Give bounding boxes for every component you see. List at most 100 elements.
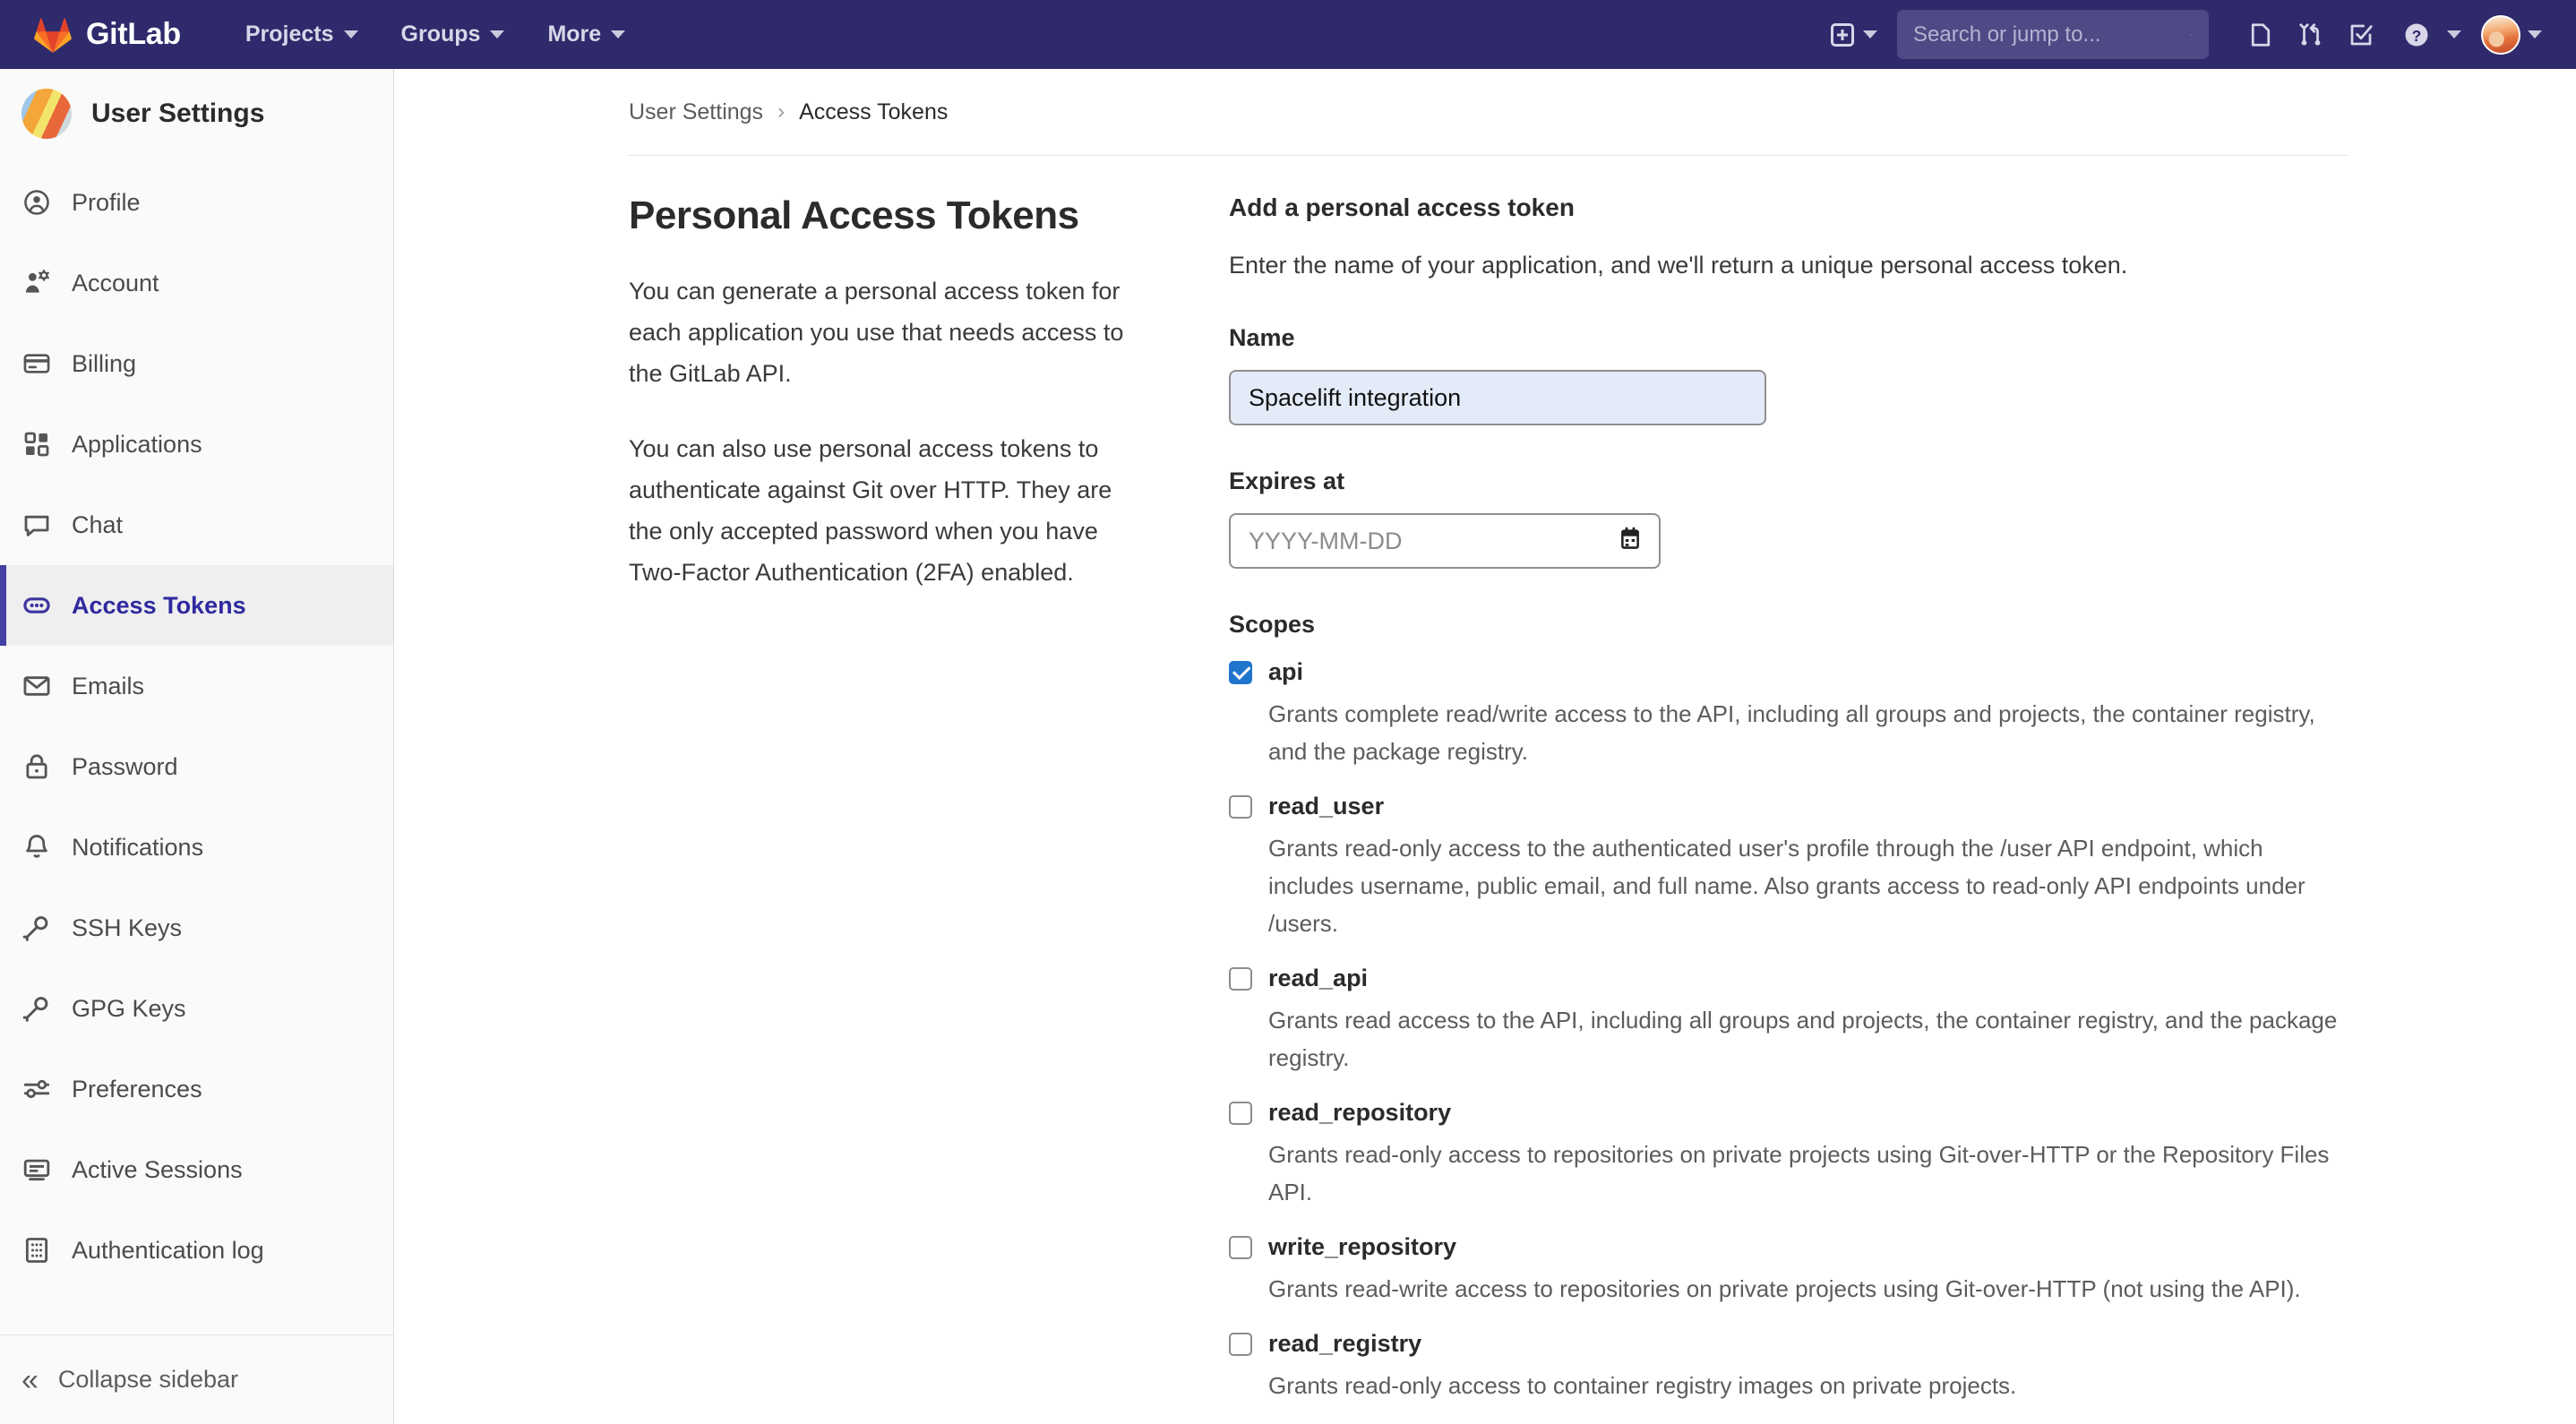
- name-field-label: Name: [1229, 324, 2348, 352]
- scope-api: api Grants complete read/write access to…: [1229, 658, 2348, 770]
- scope-checkbox-read-api[interactable]: [1229, 967, 1252, 991]
- issues-button[interactable]: [2236, 0, 2286, 69]
- scope-description: Grants read-only access to the authentic…: [1268, 829, 2348, 942]
- merge-requests-button[interactable]: [2286, 0, 2336, 69]
- intro-paragraph-1: You can generate a personal access token…: [629, 270, 1130, 394]
- chevron-double-left-icon: «: [21, 1365, 39, 1395]
- scope-checkbox-read-repository[interactable]: [1229, 1102, 1252, 1125]
- brand-home-link[interactable]: GitLab: [34, 16, 181, 54]
- nav-more[interactable]: More: [526, 0, 647, 69]
- user-menu-button[interactable]: [2481, 15, 2542, 55]
- sidebar-item-label: Active Sessions: [72, 1156, 243, 1184]
- left-description-panel: Personal Access Tokens You can generate …: [629, 193, 1130, 1424]
- expires-at-input[interactable]: [1229, 513, 1661, 569]
- scope-description: Grants read access to the API, including…: [1268, 1001, 2348, 1077]
- scope-description: Grants read-write access to repositories…: [1268, 1270, 2348, 1308]
- help-button[interactable]: ?: [2391, 0, 2461, 69]
- scope-header[interactable]: read_api: [1229, 965, 2348, 992]
- sidebar-title: User Settings: [91, 99, 264, 129]
- token-name-input[interactable]: [1229, 370, 1766, 425]
- chevron-down-icon: [2447, 30, 2461, 39]
- sidebar-header[interactable]: User Settings: [0, 69, 393, 162]
- chevron-down-icon: [611, 30, 625, 39]
- sidebar-item-password[interactable]: Password: [0, 726, 393, 807]
- billing-card-icon: [21, 348, 52, 379]
- navbar-icon-group: ?: [2236, 0, 2542, 69]
- sidebar: User Settings Profile Acc: [0, 69, 394, 1424]
- sidebar-item-gpg-keys[interactable]: GPG Keys: [0, 968, 393, 1049]
- form-description: Enter the name of your application, and …: [1229, 252, 2348, 279]
- sidebar-item-emails[interactable]: Emails: [0, 646, 393, 726]
- sidebar-item-label: Account: [72, 270, 159, 297]
- scope-checkbox-read-user[interactable]: [1229, 795, 1252, 819]
- avatar: [21, 89, 72, 139]
- breadcrumb: User Settings › Access Tokens: [629, 69, 2501, 155]
- merge-requests-icon: [2297, 21, 2324, 48]
- scope-description: Grants complete read/write access to the…: [1268, 695, 2348, 770]
- collapse-sidebar-button[interactable]: « Collapse sidebar: [0, 1334, 393, 1424]
- scope-name: write_repository: [1268, 1233, 1456, 1261]
- intro-paragraph-2: You can also use personal access tokens …: [629, 428, 1130, 593]
- breadcrumb-parent[interactable]: User Settings: [629, 99, 763, 125]
- nav-more-label: More: [547, 0, 601, 69]
- sidebar-item-label: Preferences: [72, 1076, 202, 1103]
- help-icon-wrap: ?: [2391, 0, 2442, 69]
- scope-checkbox-api[interactable]: [1229, 661, 1252, 684]
- scope-description: Grants read-only access to repositories …: [1268, 1136, 2348, 1211]
- new-item-button[interactable]: [1831, 23, 1877, 47]
- chevron-down-icon: [2528, 30, 2542, 39]
- plus-square-icon: [1831, 23, 1854, 47]
- form-title: Add a personal access token: [1229, 193, 2348, 222]
- scope-read-registry: read_registry Grants read-only access to…: [1229, 1330, 2348, 1404]
- add-token-form: Add a personal access token Enter the na…: [1229, 193, 2348, 1424]
- sidebar-item-label: Emails: [72, 673, 144, 700]
- applications-icon: [21, 429, 52, 459]
- chevron-down-icon: [1863, 30, 1877, 39]
- scope-name: read_registry: [1268, 1330, 1421, 1358]
- sidebar-item-applications[interactable]: Applications: [0, 404, 393, 485]
- sidebar-item-access-tokens[interactable]: Access Tokens: [0, 565, 393, 646]
- todos-icon: [2348, 21, 2374, 48]
- global-search-box[interactable]: [1897, 10, 2209, 59]
- sidebar-item-label: Authentication log: [72, 1237, 264, 1265]
- sidebar-item-profile[interactable]: Profile: [0, 162, 393, 243]
- sidebar-item-label: Chat: [72, 511, 123, 539]
- scope-header[interactable]: read_registry: [1229, 1330, 2348, 1358]
- sidebar-scroll-area[interactable]: User Settings Profile Acc: [0, 69, 393, 1334]
- collapse-sidebar-label: Collapse sidebar: [58, 1366, 238, 1394]
- scopes-label: Scopes: [1229, 611, 2348, 639]
- nav-groups[interactable]: Groups: [380, 0, 527, 69]
- scope-header[interactable]: api: [1229, 658, 2348, 686]
- sidebar-item-active-sessions[interactable]: Active Sessions: [0, 1129, 393, 1210]
- breadcrumb-current: Access Tokens: [799, 99, 948, 125]
- main-content: User Settings › Access Tokens Personal A…: [394, 69, 2576, 1424]
- sidebar-item-label: Notifications: [72, 834, 203, 862]
- scope-header[interactable]: read_repository: [1229, 1099, 2348, 1127]
- scope-header[interactable]: read_user: [1229, 793, 2348, 820]
- nav-projects[interactable]: Projects: [224, 0, 380, 69]
- brand-name: GitLab: [86, 17, 181, 52]
- scope-checkbox-read-registry[interactable]: [1229, 1333, 1252, 1356]
- scope-header[interactable]: write_repository: [1229, 1233, 2348, 1261]
- search-input[interactable]: [1913, 22, 2191, 47]
- scope-name: read_user: [1268, 793, 1384, 820]
- sidebar-item-label: Billing: [72, 350, 136, 378]
- bell-icon: [21, 832, 52, 862]
- sidebar-item-preferences[interactable]: Preferences: [0, 1049, 393, 1129]
- scope-name: api: [1268, 658, 1303, 686]
- help-icon: ?: [2403, 21, 2430, 48]
- sidebar-item-billing[interactable]: Billing: [0, 323, 393, 404]
- sidebar-item-authentication-log[interactable]: Authentication log: [0, 1210, 393, 1291]
- sidebar-item-account[interactable]: Account: [0, 243, 393, 323]
- sidebar-item-ssh-keys[interactable]: SSH Keys: [0, 888, 393, 968]
- scope-read-user: read_user Grants read-only access to the…: [1229, 793, 2348, 942]
- sidebar-item-notifications[interactable]: Notifications: [0, 807, 393, 888]
- sidebar-item-chat[interactable]: Chat: [0, 485, 393, 565]
- scope-name: read_api: [1268, 965, 1368, 992]
- log-list-icon: [21, 1235, 52, 1265]
- nav-projects-label: Projects: [245, 0, 334, 69]
- chat-icon: [21, 510, 52, 540]
- todos-button[interactable]: [2336, 0, 2386, 69]
- scope-checkbox-write-repository[interactable]: [1229, 1236, 1252, 1259]
- svg-text:?: ?: [2412, 26, 2422, 44]
